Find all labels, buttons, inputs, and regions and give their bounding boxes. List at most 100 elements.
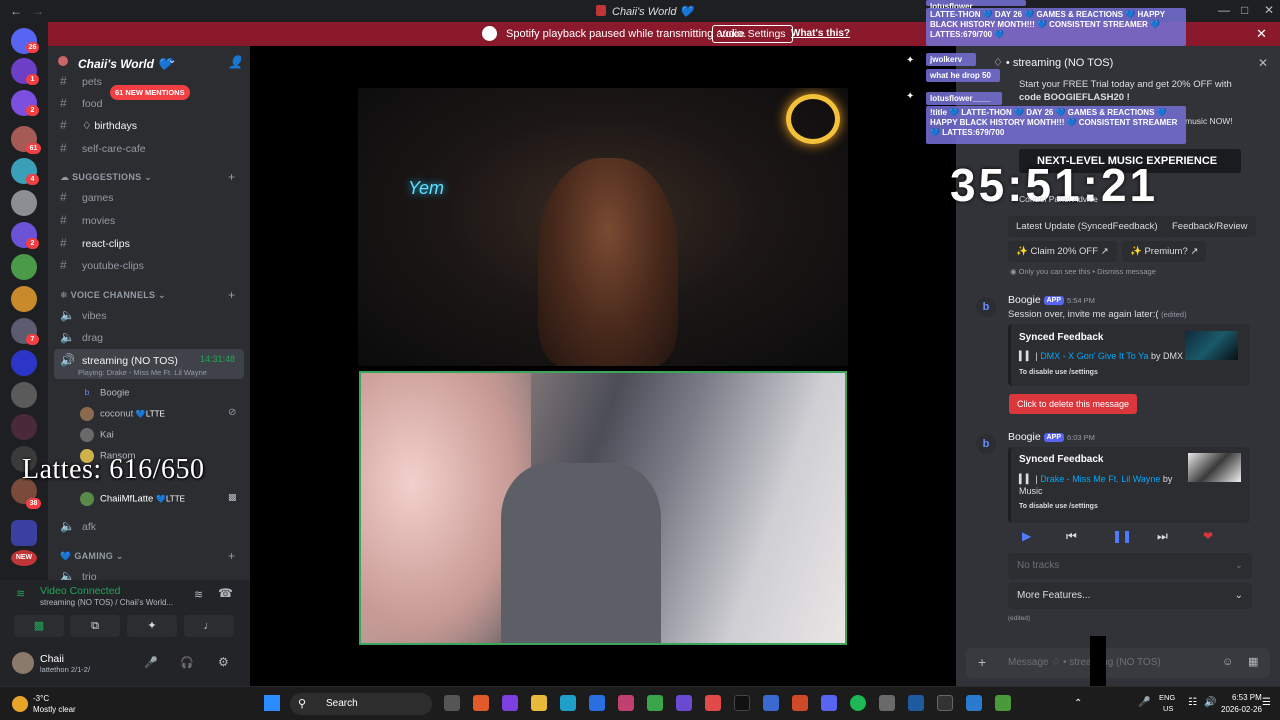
apps-icon[interactable]: ▦ <box>1248 655 1258 668</box>
obs-icon[interactable] <box>937 695 953 711</box>
activities-button[interactable]: ✦ <box>127 615 177 637</box>
tracks-dropdown[interactable]: No tracks ⌄ <box>1008 553 1252 579</box>
screen-share-button[interactable]: ⧉ <box>70 615 120 637</box>
latest-update-button[interactable]: Latest Update (SyncedFeedback) <box>1008 216 1166 237</box>
channel-movies[interactable]: # movies <box>60 213 115 227</box>
microphone-icon[interactable]: 🎤 <box>144 656 158 669</box>
chevron-up-icon[interactable]: ⌃ <box>1074 698 1082 709</box>
premium-button[interactable]: ✨ Premium? ↗ <box>1122 241 1207 262</box>
bot-avatar-icon[interactable]: b <box>976 297 996 317</box>
channel-food[interactable]: # food <box>60 96 102 110</box>
network-icon[interactable]: ☷ <box>1188 697 1197 708</box>
edge-icon[interactable] <box>560 695 576 711</box>
voice-user[interactable]: Kai <box>80 428 114 442</box>
app-icon[interactable] <box>705 695 721 711</box>
voice-channel-vibes[interactable]: 🔈 vibes <box>60 308 107 322</box>
forward-arrow-icon[interactable]: → <box>32 4 44 18</box>
server-icon[interactable] <box>11 414 37 440</box>
voice-user[interactable]: coconut 💙LTTE <box>80 407 165 421</box>
channel-youtube-clips[interactable]: # youtube-clips <box>60 258 144 272</box>
voice-user[interactable]: ChaiiMfLatte 💙LTTE <box>80 492 185 506</box>
close-window-icon[interactable]: ✕ <box>1264 3 1274 17</box>
mentions-badge[interactable]: 61 NEW MENTIONS <box>110 85 190 100</box>
server-icon[interactable] <box>11 190 37 216</box>
app-icon[interactable] <box>879 695 895 711</box>
more-features-dropdown[interactable]: More Features... ⌄ <box>1008 583 1252 609</box>
discord-icon[interactable] <box>821 695 837 711</box>
category-suggestions[interactable]: ☁ SUGGESTIONS ⌄ <box>60 172 152 183</box>
noise-suppression-icon[interactable]: ≋ <box>194 588 203 601</box>
spotify-icon[interactable] <box>850 695 866 711</box>
previous-track-icon[interactable]: ⏮ <box>1066 529 1077 544</box>
app-icon[interactable] <box>589 695 605 711</box>
channel-birthdays[interactable]: # ♢ birthdays <box>60 118 137 132</box>
delete-message-button[interactable]: Click to delete this message <box>1009 394 1138 414</box>
next-track-icon[interactable]: ⏭ <box>1157 529 1168 544</box>
folder-icon[interactable] <box>11 520 37 546</box>
app-icon[interactable] <box>763 695 779 711</box>
server-icon[interactable] <box>11 254 37 280</box>
pause-icon[interactable]: ❚❚ <box>1112 529 1132 543</box>
message-input[interactable]: Message ♢ • streaming (NO TOS) <box>1008 657 1161 668</box>
avatar[interactable] <box>12 652 34 674</box>
app-icon[interactable] <box>995 695 1011 711</box>
steam-icon[interactable] <box>908 695 924 711</box>
keyboard-layout[interactable]: US <box>1163 704 1173 713</box>
add-channel-icon[interactable]: + <box>228 288 235 302</box>
task-view-icon[interactable] <box>444 695 460 711</box>
app-icon[interactable] <box>502 695 518 711</box>
soundboard-button[interactable]: ♩ <box>184 615 234 637</box>
emoji-icon[interactable]: ☺ <box>1222 656 1233 668</box>
taskbar-search[interactable]: Search <box>290 693 432 715</box>
back-arrow-icon[interactable]: ← <box>10 4 22 18</box>
channel-react-clips[interactable]: # react-clips <box>60 236 130 250</box>
app-icon[interactable] <box>676 695 692 711</box>
webcam-feed[interactable]: Yem <box>358 88 848 366</box>
channel-self-care-cafe[interactable]: # self-care-cafe <box>60 141 146 155</box>
feedback-review-button[interactable]: Feedback/Review <box>1164 216 1256 237</box>
channel-pets[interactable]: # pets <box>60 74 102 88</box>
windows-start-icon[interactable] <box>264 695 280 711</box>
voice-channel-drag[interactable]: 🔈 drag <box>60 330 103 344</box>
add-member-icon[interactable]: 👤 <box>228 55 243 69</box>
voice-settings-button[interactable]: Voice Settings <box>712 25 793 43</box>
server-icon[interactable] <box>11 286 37 312</box>
weather-icon[interactable] <box>12 696 28 712</box>
app-icon[interactable] <box>473 695 489 711</box>
add-attachment-icon[interactable]: + <box>978 654 986 670</box>
chrome-icon[interactable] <box>647 695 663 711</box>
language[interactable]: ENG <box>1159 693 1175 702</box>
claim-discount-button[interactable]: ✨ Claim 20% OFF ↗ <box>1008 241 1117 262</box>
disconnect-icon[interactable]: ☎ <box>218 586 233 600</box>
file-explorer-icon[interactable] <box>531 695 547 711</box>
play-icon[interactable]: ▶ <box>1022 529 1031 543</box>
clock-time[interactable]: 6:53 PM <box>1232 693 1262 702</box>
channel-games[interactable]: # games <box>60 190 114 204</box>
heart-icon[interactable]: ❤ <box>1203 529 1213 543</box>
notifications-icon[interactable]: ☰ <box>1262 697 1271 708</box>
category-gaming[interactable]: 💙 GAMING ⌄ <box>60 551 124 562</box>
app-icon[interactable] <box>966 695 982 711</box>
voice-channel-link[interactable]: streaming (NO TOS) / Chaii's World... <box>40 598 173 607</box>
server-icon[interactable] <box>11 350 37 376</box>
tiktok-icon[interactable] <box>734 695 750 711</box>
volume-icon[interactable]: 🔊 <box>1204 697 1216 708</box>
headphones-icon[interactable]: 🎧 <box>180 656 194 669</box>
voice-channel-afk[interactable]: 🔈 afk <box>60 519 96 533</box>
bot-avatar-icon[interactable]: b <box>976 434 996 454</box>
clock-date[interactable]: 2026-02-26 <box>1221 705 1262 714</box>
stream-feed[interactable] <box>359 371 847 645</box>
app-icon[interactable] <box>618 695 634 711</box>
add-channel-icon[interactable]: + <box>228 549 235 563</box>
close-chat-icon[interactable]: ✕ <box>1258 56 1268 70</box>
settings-gear-icon[interactable]: ⚙ <box>218 655 229 669</box>
whats-this-link[interactable]: What's this? <box>791 28 850 39</box>
close-notice-icon[interactable]: ✕ <box>1256 26 1267 42</box>
voice-channel-streaming[interactable]: 🔊 streaming (NO TOS) <box>60 353 178 367</box>
voice-user[interactable]: b Boogie <box>80 386 130 400</box>
add-channel-icon[interactable]: + <box>228 170 235 184</box>
maximize-icon[interactable]: □ <box>1241 3 1248 17</box>
camera-button[interactable]: ▩ <box>14 615 64 637</box>
category-voice-channels[interactable]: ❄ VOICE CHANNELS ⌄ <box>60 290 166 301</box>
minimize-icon[interactable]: — <box>1218 3 1230 17</box>
